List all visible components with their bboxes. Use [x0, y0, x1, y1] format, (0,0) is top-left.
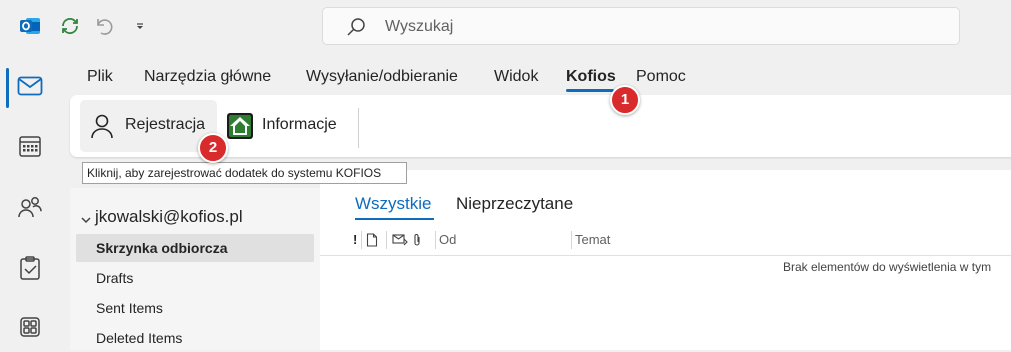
tab-kofios[interactable]: Kofios — [566, 68, 616, 86]
column-separator — [435, 231, 436, 249]
folder-label: Deleted Items — [96, 330, 183, 346]
account-name[interactable]: jkowalski@kofios.pl — [95, 207, 243, 227]
step-badge-1: 1 — [610, 85, 640, 115]
register-button[interactable]: Rejestracja — [80, 100, 217, 152]
tab-pomoc[interactable]: Pomoc — [636, 68, 686, 86]
info-button[interactable]: Informacje — [222, 100, 352, 152]
chevron-down-icon[interactable] — [126, 12, 154, 40]
register-tooltip: Kliknij, aby zarejestrować dodatek do sy… — [82, 162, 407, 184]
folder-drafts[interactable]: Drafts — [76, 264, 314, 292]
folder-label: Sent Items — [96, 300, 163, 316]
ribbon-separator — [358, 108, 359, 148]
sync-icon[interactable] — [56, 12, 84, 40]
folder-sent-items[interactable]: Sent Items — [76, 294, 314, 322]
column-separator — [386, 231, 387, 249]
chevron-down-icon[interactable] — [80, 212, 92, 230]
tab-widok[interactable]: Widok — [494, 68, 538, 86]
document-icon[interactable] — [366, 233, 378, 252]
search-input[interactable]: Wyszukaj — [322, 7, 960, 45]
folder-deleted-items[interactable]: Deleted Items — [76, 324, 314, 352]
step-badge-2: 2 — [198, 133, 228, 163]
attachment-icon[interactable] — [412, 233, 422, 252]
app-rail — [0, 56, 60, 350]
folder-label: Drafts — [96, 270, 134, 286]
active-tab-underline — [566, 89, 614, 92]
tab-wysylanie-odbieranie[interactable]: Wysyłanie/odbieranie — [306, 68, 458, 86]
column-separator — [571, 231, 572, 249]
people-icon[interactable] — [9, 186, 51, 228]
outlook-logo-icon — [16, 12, 44, 40]
subject-column[interactable]: Temat — [575, 232, 610, 247]
tab-unread[interactable]: Nieprzeczytane — [456, 194, 573, 214]
kofios-home-icon — [227, 113, 253, 144]
column-header: ! Od Temat — [320, 225, 1011, 256]
column-separator — [361, 231, 362, 249]
calendar-icon[interactable] — [9, 125, 51, 167]
tab-plik[interactable]: Plik — [87, 68, 113, 86]
folder-label: Skrzynka odbiorcza — [96, 240, 228, 256]
message-tab-underline — [355, 218, 434, 220]
empty-list-message: Brak elementów do wyświetlenia w tym — [783, 260, 992, 274]
importance-column[interactable]: ! — [353, 232, 357, 247]
mail-icon[interactable] — [9, 65, 51, 107]
search-icon — [345, 16, 367, 43]
search-placeholder: Wyszukaj — [385, 18, 454, 35]
undo-icon[interactable] — [90, 12, 118, 40]
tab-narzedzia-glowne[interactable]: Narzędzia główne — [144, 68, 271, 86]
apps-icon[interactable] — [9, 306, 51, 348]
title-bar: Wyszukaj — [0, 0, 1011, 56]
tasks-icon[interactable] — [9, 247, 51, 289]
register-label: Rejestracja — [125, 116, 206, 133]
folder-inbox[interactable]: Skrzynka odbiorcza — [76, 234, 314, 262]
tab-all[interactable]: Wszystkie — [355, 194, 432, 214]
flag-mail-icon[interactable] — [392, 233, 408, 252]
from-column[interactable]: Od — [439, 232, 456, 247]
person-icon — [89, 113, 115, 144]
info-label: Informacje — [262, 116, 337, 133]
message-list: Wszystkie Nieprzeczytane ! Od Temat Brak… — [320, 170, 1011, 350]
